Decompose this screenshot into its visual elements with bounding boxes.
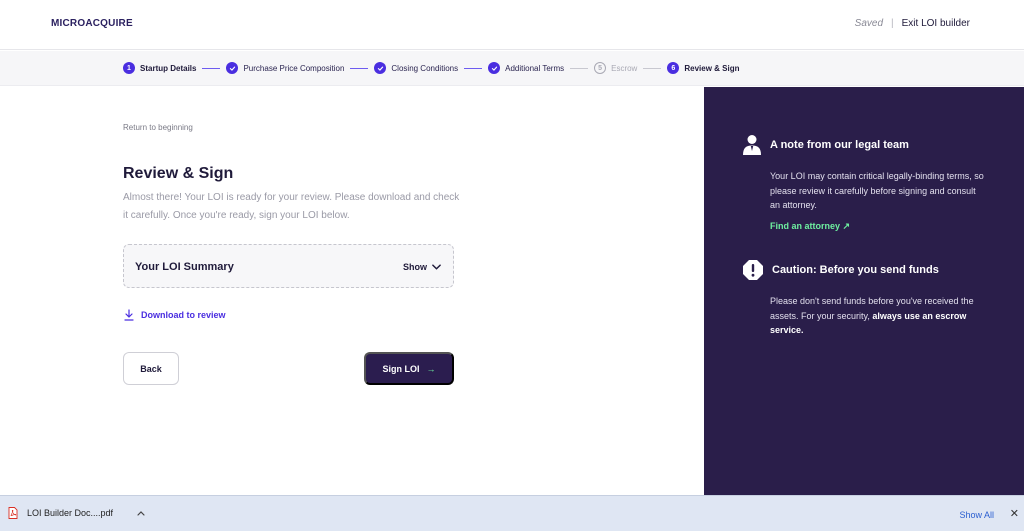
legal-sidebar: A note from our legal team Your LOI may … (704, 87, 1024, 495)
chevron-up-icon[interactable] (137, 510, 145, 516)
step-label: Additional Terms (505, 63, 565, 73)
top-bar: MICROACQUIRE Saved | Exit LOI builder (0, 0, 1024, 50)
downloaded-file-item[interactable]: LOI Builder Doc....pdf (8, 507, 145, 519)
file-name: LOI Builder Doc....pdf (27, 508, 114, 518)
check-icon (226, 62, 239, 74)
find-attorney-link[interactable]: Find an attorney ↗ (770, 221, 992, 232)
page-title: Review & Sign (123, 165, 234, 182)
sign-loi-button[interactable]: Sign LOI → (364, 352, 454, 385)
step-number: 5 (594, 62, 607, 74)
download-to-review-link[interactable]: Download to review (124, 309, 226, 321)
close-icon[interactable]: ✕ (1010, 507, 1019, 520)
warning-icon (743, 260, 763, 280)
step-number: 1 (123, 62, 135, 74)
separator: | (891, 18, 894, 29)
show-label: Show (403, 262, 427, 272)
legal-note-title: A note from our legal team (770, 139, 909, 151)
step-label: Purchase Price Composition (243, 63, 345, 73)
back-button[interactable]: Back (123, 352, 179, 385)
pdf-icon (8, 507, 18, 519)
summary-title: Your LOI Summary (135, 261, 234, 273)
check-icon (488, 62, 501, 74)
step-connector (464, 67, 483, 69)
top-right-actions: Saved | Exit LOI builder (855, 18, 970, 29)
main-content: Return to beginning Review & Sign Almost… (0, 87, 704, 495)
step-connector (570, 67, 589, 69)
step-startup-details[interactable]: 1 Startup Details (123, 62, 196, 74)
return-to-beginning-link[interactable]: Return to beginning (123, 123, 193, 132)
sign-label: Sign LOI (382, 363, 420, 374)
step-connector (350, 67, 369, 69)
logo[interactable]: MICROACQUIRE (51, 18, 133, 29)
caution-body: Please don't send funds before you've re… (770, 294, 985, 338)
step-number: 6 (667, 62, 680, 74)
download-icon (124, 309, 134, 321)
exit-loi-builder-link[interactable]: Exit LOI builder (902, 18, 970, 29)
step-connector (202, 67, 221, 69)
step-closing-conditions[interactable]: Closing Conditions (374, 62, 458, 74)
lawyer-icon (743, 135, 761, 155)
step-label: Review & Sign (684, 63, 740, 73)
progress-stepper: 1 Startup Details Purchase Price Composi… (0, 51, 1024, 86)
step-label: Closing Conditions (391, 63, 459, 73)
download-label: Download to review (141, 310, 226, 320)
steps: 1 Startup Details Purchase Price Composi… (123, 62, 739, 74)
caution-note: Caution: Before you send funds Please do… (742, 259, 992, 338)
step-label: Escrow (611, 63, 638, 73)
chevron-down-icon (432, 264, 441, 270)
step-additional-terms[interactable]: Additional Terms (488, 62, 564, 74)
loi-summary-accordion[interactable]: Your LOI Summary Show (123, 244, 454, 288)
caution-title: Caution: Before you send funds (772, 264, 939, 276)
page-subtitle: Almost there! Your LOI is ready for your… (123, 192, 460, 221)
check-icon (374, 62, 387, 74)
step-escrow[interactable]: 5 Escrow (594, 62, 637, 74)
summary-show-toggle[interactable]: Show (403, 262, 441, 272)
step-connector (643, 67, 662, 69)
step-purchase-price[interactable]: Purchase Price Composition (226, 62, 344, 74)
saved-status: Saved (854, 18, 884, 29)
browser-download-bar: LOI Builder Doc....pdf Show All ✕ (0, 495, 1024, 531)
legal-note-header: A note from our legal team (742, 134, 992, 156)
caution-header: Caution: Before you send funds (742, 259, 992, 281)
step-label: Startup Details (140, 63, 197, 73)
show-all-link[interactable]: Show All (959, 510, 994, 520)
legal-note: A note from our legal team Your LOI may … (742, 134, 992, 232)
legal-note-body: Your LOI may contain critical legally-bi… (770, 171, 984, 210)
step-review-sign[interactable]: 6 Review & Sign (667, 62, 739, 74)
arrow-right-icon: → (426, 363, 436, 374)
